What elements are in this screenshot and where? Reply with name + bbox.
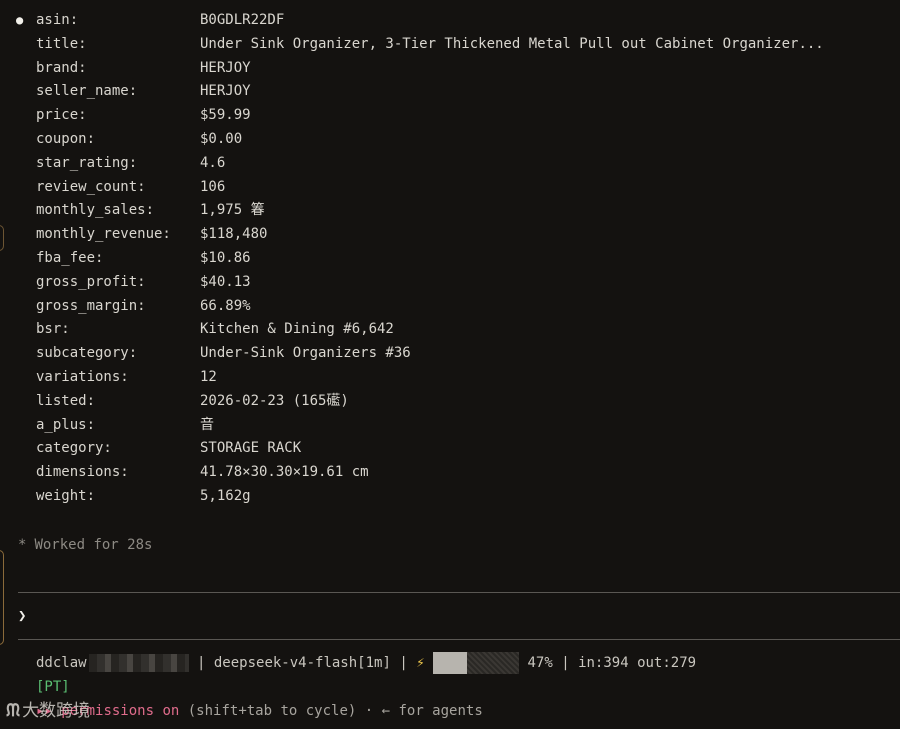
prompt-input[interactable]: ❯ <box>18 604 26 628</box>
field-key: weight: <box>36 487 96 504</box>
field-key: listed: <box>36 392 96 409</box>
field-key: price: <box>36 107 87 124</box>
context-percent: 47% | <box>519 655 579 671</box>
field-value: STORAGE RACK <box>200 440 302 457</box>
divider-bottom <box>18 639 900 640</box>
window-edge-handle <box>0 225 4 251</box>
field-key: fba_fee: <box>36 249 104 266</box>
bullet-icon: ● <box>16 13 24 27</box>
field-value: 106 <box>200 178 226 195</box>
field-key: star_rating: <box>36 154 138 171</box>
terminal-window: ● asin: B0GDLR22DF title: Under Sink Org… <box>0 0 900 729</box>
field-key: coupon: <box>36 130 96 147</box>
field-value: 音 <box>200 416 214 433</box>
context-progress-bar <box>433 652 520 674</box>
status-model: deepseek-v4-flash[1m] <box>213 655 391 671</box>
field-key: brand: <box>36 59 87 76</box>
status-user: ddclaw <box>36 655 87 671</box>
watermark-mark-icon: ᙏ <box>6 701 21 721</box>
window-edge-accent <box>0 550 4 645</box>
asterisk-icon: * <box>18 537 27 553</box>
field-value: $59.99 <box>200 107 251 124</box>
field-value: Under Sink Organizer, 3-Tier Thickened M… <box>200 35 824 52</box>
watermark-logo: ᙏ 大数跨境 <box>6 697 90 725</box>
field-key: dimensions: <box>36 464 129 481</box>
field-key: gross_margin: <box>36 297 146 314</box>
field-value: $0.00 <box>200 130 243 147</box>
field-value: B0GDLR22DF <box>200 12 285 28</box>
field-key: gross_profit: <box>36 273 146 290</box>
field-key: bsr: <box>36 321 70 338</box>
field-value: $40.13 <box>200 273 251 290</box>
bolt-icon: ⚡ <box>416 655 425 671</box>
token-counts: in:394 out:279 <box>578 655 697 671</box>
field-value: 66.89% <box>200 297 251 314</box>
field-value: 41.78×30.30×19.61 cm <box>200 464 369 481</box>
permissions-line: ▸▸ permissions on (shift+tab to cycle) ·… <box>36 699 483 723</box>
status-line: ddclaw | deepseek-v4-flash[1m] | ⚡ 47% |… <box>36 651 696 675</box>
context-progress-track <box>467 652 520 674</box>
field-key: title: <box>36 35 87 52</box>
field-value: 12 <box>200 368 217 385</box>
field-key: seller_name: <box>36 83 138 100</box>
field-value: 4.6 <box>200 154 226 171</box>
field-key: a_plus: <box>36 416 96 433</box>
field-value: 1,975 箺 <box>200 202 265 219</box>
field-key: variations: <box>36 368 129 385</box>
mode-badge: [PT] <box>36 679 70 695</box>
field-value: $118,480 <box>200 226 268 243</box>
field-value: Kitchen & Dining #6,642 <box>200 321 394 338</box>
status-separator: | <box>390 655 417 671</box>
field-value: Under-Sink Organizers #36 <box>200 345 411 362</box>
field-value: $10.86 <box>200 249 251 266</box>
context-progress-fill <box>433 652 468 674</box>
prompt-chevron-icon: ❯ <box>18 608 27 624</box>
worked-duration: * Worked for 28s <box>18 533 152 557</box>
field-value: 5,162g <box>200 487 251 504</box>
field-key: review_count: <box>36 178 146 195</box>
divider-top <box>18 592 900 593</box>
permissions-hint: (shift+tab to cycle) · ← for agents <box>179 703 483 719</box>
field-key: category: <box>36 440 112 457</box>
field-key: monthly_revenue: <box>36 226 171 243</box>
status-separator: | <box>188 655 214 671</box>
redacted-block <box>88 654 189 672</box>
field-key: monthly_sales: <box>36 202 155 219</box>
field-key: asin: <box>36 12 79 28</box>
field-value: 2026-02-23 (165礷) <box>200 392 349 409</box>
watermark-text: 大数跨境 <box>22 701 91 721</box>
field-value: HERJOY <box>200 83 251 100</box>
field-key: subcategory: <box>36 345 138 362</box>
field-value: HERJOY <box>200 59 251 76</box>
worked-text: Worked for 28s <box>34 537 153 553</box>
